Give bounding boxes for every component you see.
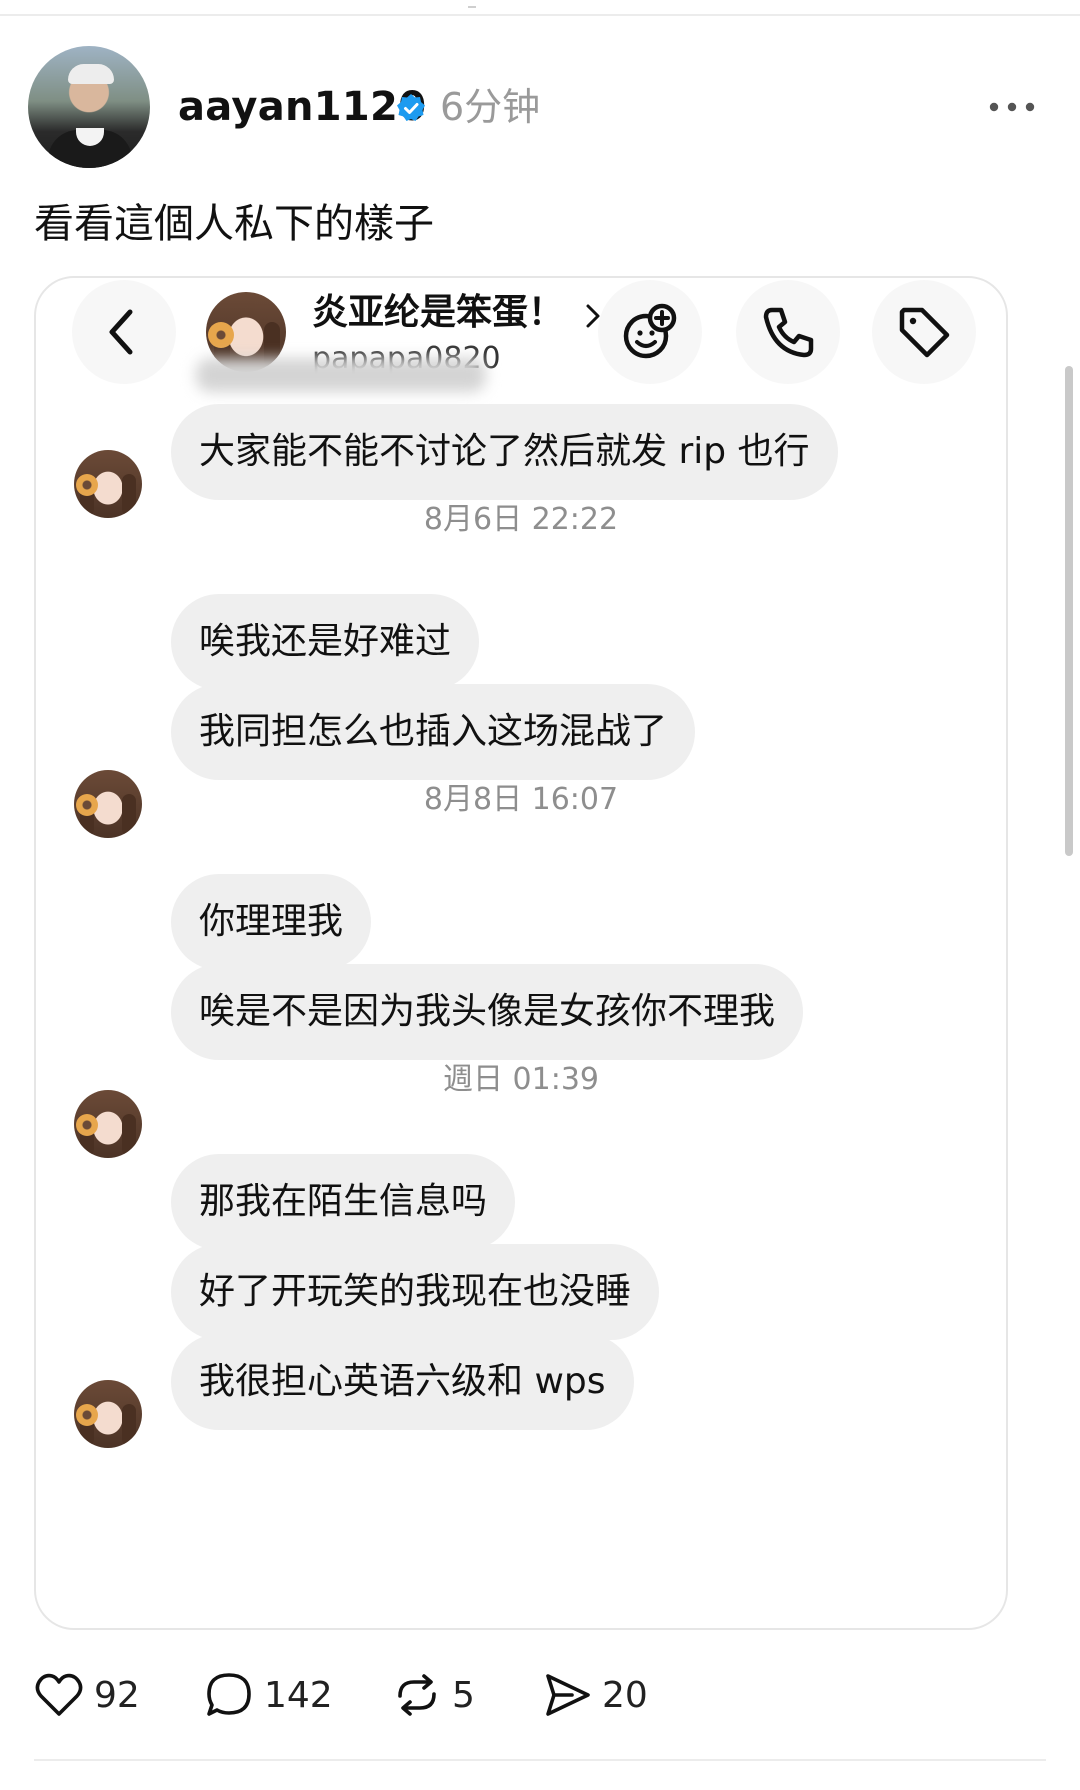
- repost-icon: [398, 1674, 436, 1716]
- heart-icon: [35, 1673, 83, 1716]
- more-icon[interactable]: [988, 96, 1036, 118]
- like-count: 92: [94, 1675, 140, 1716]
- message-timestamp: 週日 01:39: [443, 1062, 599, 1097]
- message-bubble: 大家能不能不讨论了然后就发 rip 也行: [171, 404, 838, 500]
- share-count: 20: [602, 1675, 648, 1716]
- effects-icon: [623, 303, 677, 359]
- reply-count: 142: [264, 1675, 333, 1716]
- sender-avatar: [74, 1380, 142, 1448]
- chat-name: 炎亚纶是笨蛋！: [312, 292, 565, 333]
- back-button: [72, 280, 176, 384]
- effects-button: [598, 280, 702, 384]
- comment-icon: [207, 1673, 251, 1716]
- author-avatar[interactable]: [28, 46, 150, 168]
- scrollbar[interactable]: [1065, 366, 1073, 856]
- message-bubble: 好了开玩笑的我现在也没睡: [171, 1244, 660, 1340]
- username[interactable]: aayan1120: [178, 82, 426, 132]
- tag-button: [872, 280, 976, 384]
- share-icon: [546, 1674, 590, 1716]
- message-bubble: 唉我还是好难过: [171, 594, 480, 690]
- bottom-divider: [34, 1759, 1046, 1761]
- back-icon: [109, 309, 133, 355]
- call-button: [736, 280, 840, 384]
- post-caption: 看看這個人私下的樣子: [34, 201, 434, 247]
- post-time: 6分钟: [440, 85, 541, 129]
- sender-avatar: [74, 1090, 142, 1158]
- message-bubble: 唉是不是因为我头像是女孩你不理我: [171, 964, 804, 1060]
- call-icon: [763, 307, 814, 358]
- message-bubble: 我同担怎么也插入这场混战了: [171, 684, 696, 780]
- top-notch: [468, 0, 476, 8]
- repost-count: 5: [452, 1675, 475, 1716]
- tag-icon: [899, 307, 950, 358]
- top-divider: [0, 14, 1080, 16]
- message-bubble: 那我在陌生信息吗: [171, 1154, 516, 1250]
- blurred-message: [196, 358, 486, 392]
- message-timestamp: 8月6日 22:22: [423, 502, 619, 537]
- message-bubble: 你理理我: [171, 874, 372, 970]
- message-timestamp: 8月8日 16:07: [423, 782, 619, 817]
- verified-icon: [397, 94, 425, 121]
- message-bubble: 我很担心英语六级和 wps: [171, 1334, 634, 1430]
- embedded-screenshot[interactable]: 炎亚纶是笨蛋！ papapa0820 大家能不能不讨论了然后就发 rip 也行 …: [34, 276, 1008, 1630]
